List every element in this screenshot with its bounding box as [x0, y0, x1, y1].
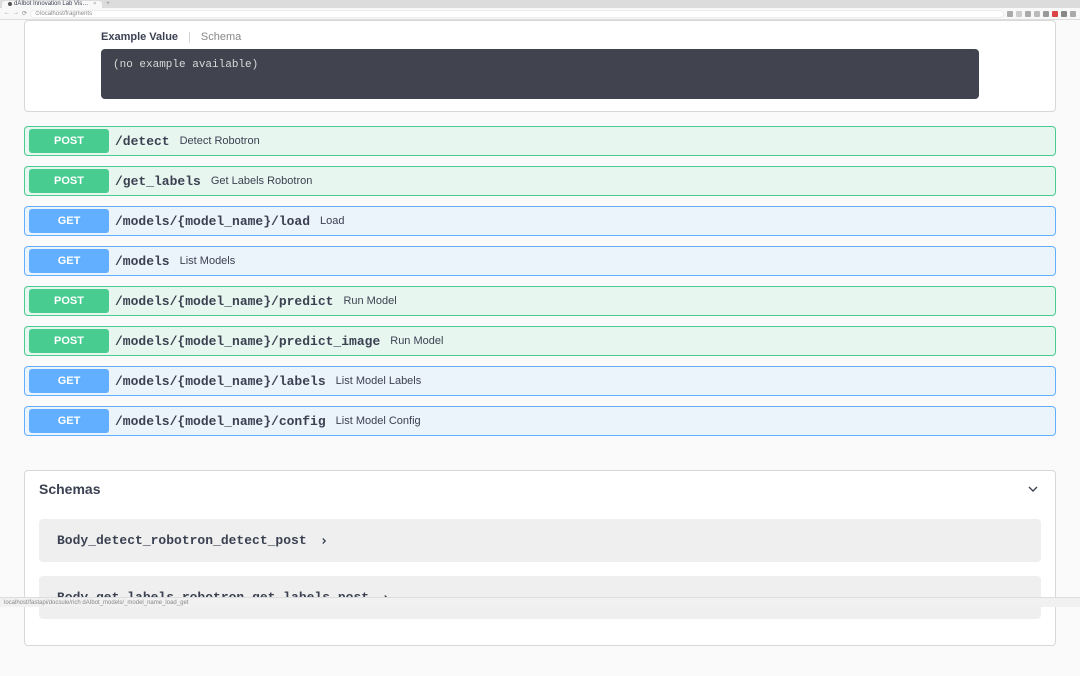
- method-badge: POST: [29, 169, 109, 193]
- ext-icon[interactable]: [1061, 11, 1067, 17]
- status-bar: localhost/fastapi/docsule/rich dAIbot_mo…: [0, 597, 1080, 607]
- endpoint-row[interactable]: POST/models/{model_name}/predict_image Ru…: [24, 326, 1056, 356]
- endpoint-path: /detect: [115, 134, 170, 149]
- forward-icon[interactable]: →: [13, 10, 19, 17]
- endpoint-row[interactable]: GET/models List Models: [24, 246, 1056, 276]
- method-badge: POST: [29, 289, 109, 313]
- example-code-block: (no example available): [101, 49, 979, 99]
- status-text: localhost/fastapi/docsule/rich dAIbot_mo…: [4, 600, 188, 606]
- browser-tab[interactable]: dAIbot Innovation Lab Vis… ×: [2, 1, 102, 8]
- method-badge: POST: [29, 329, 109, 353]
- schema-item[interactable]: Body_detect_robotron_detect_post: [39, 519, 1041, 562]
- schema-name: Body_detect_robotron_detect_post: [57, 533, 307, 548]
- endpoint-row[interactable]: GET/models/{model_name}/load Load: [24, 206, 1056, 236]
- schemas-section: Schemas Body_detect_robotron_detect_post…: [24, 470, 1056, 646]
- close-icon[interactable]: ×: [93, 1, 96, 7]
- ext-icon[interactable]: [1043, 11, 1049, 17]
- endpoint-path: /models/{model_name}/config: [115, 414, 326, 429]
- chevron-down-icon: [1025, 481, 1041, 497]
- endpoint-summary: Run Model: [390, 335, 443, 347]
- back-icon[interactable]: ←: [4, 10, 10, 17]
- tab-favicon-icon: [8, 2, 12, 6]
- method-badge: GET: [29, 369, 109, 393]
- method-badge: POST: [29, 129, 109, 153]
- endpoint-summary: Get Labels Robotron: [211, 175, 313, 187]
- endpoint-path: /models: [115, 254, 170, 269]
- endpoint-summary: Run Model: [343, 295, 396, 307]
- toolbar-right: [1007, 11, 1076, 17]
- tab-example-value[interactable]: Example Value: [101, 31, 178, 43]
- endpoint-path: /get_labels: [115, 174, 201, 189]
- url-text: localhost/fragments: [40, 11, 92, 17]
- method-badge: GET: [29, 409, 109, 433]
- endpoint-row[interactable]: GET/models/{model_name}/config List Model…: [24, 406, 1056, 436]
- new-tab-button[interactable]: +: [102, 1, 114, 7]
- schemas-header[interactable]: Schemas: [25, 471, 1055, 507]
- schemas-title: Schemas: [39, 481, 100, 497]
- endpoint-summary: List Model Labels: [336, 375, 422, 387]
- reload-icon[interactable]: ⟳: [22, 10, 27, 17]
- ext-icon[interactable]: [1025, 11, 1031, 17]
- response-section: Example Value | Schema (no example avail…: [24, 20, 1056, 112]
- url-input[interactable]: ⊙ localhost/fragments: [30, 10, 1004, 18]
- address-bar: ← → ⟳ ⊙ localhost/fragments: [0, 8, 1080, 19]
- endpoint-path: /models/{model_name}/load: [115, 214, 310, 229]
- response-tabs: Example Value | Schema: [101, 31, 979, 43]
- endpoint-summary: List Model Config: [336, 415, 421, 427]
- chevron-right-icon: [319, 536, 329, 546]
- tab-bar: dAIbot Innovation Lab Vis… × +: [0, 0, 1080, 8]
- endpoint-row[interactable]: POST/get_labels Get Labels Robotron: [24, 166, 1056, 196]
- endpoint-path: /models/{model_name}/labels: [115, 374, 326, 389]
- menu-icon[interactable]: [1070, 11, 1076, 17]
- tab-separator: |: [188, 31, 191, 43]
- tab-title: dAIbot Innovation Lab Vis…: [14, 1, 88, 7]
- method-badge: GET: [29, 209, 109, 233]
- endpoint-summary: Detect Robotron: [180, 135, 260, 147]
- ext-icon[interactable]: [1016, 11, 1022, 17]
- endpoint-path: /models/{model_name}/predict: [115, 294, 333, 309]
- endpoint-row[interactable]: GET/models/{model_name}/labels List Model…: [24, 366, 1056, 396]
- endpoint-summary: List Models: [180, 255, 236, 267]
- browser-chrome: dAIbot Innovation Lab Vis… × + ← → ⟳ ⊙ l…: [0, 0, 1080, 20]
- schemas-body: Body_detect_robotron_detect_postBody_get…: [25, 507, 1055, 645]
- example-text: (no example available): [113, 59, 258, 71]
- endpoints-list: POST/detect Detect Robotron POST/get_label…: [24, 126, 1056, 436]
- tab-schema[interactable]: Schema: [201, 31, 241, 43]
- endpoint-row[interactable]: POST/detect Detect Robotron: [24, 126, 1056, 156]
- endpoint-path: /models/{model_name}/predict_image: [115, 334, 380, 349]
- ext-icon[interactable]: [1052, 11, 1058, 17]
- ext-icon[interactable]: [1034, 11, 1040, 17]
- endpoint-row[interactable]: POST/models/{model_name}/predict Run Mode…: [24, 286, 1056, 316]
- page-content: Example Value | Schema (no example avail…: [0, 20, 1080, 676]
- ext-icon[interactable]: [1007, 11, 1013, 17]
- method-badge: GET: [29, 249, 109, 273]
- endpoint-summary: Load: [320, 215, 344, 227]
